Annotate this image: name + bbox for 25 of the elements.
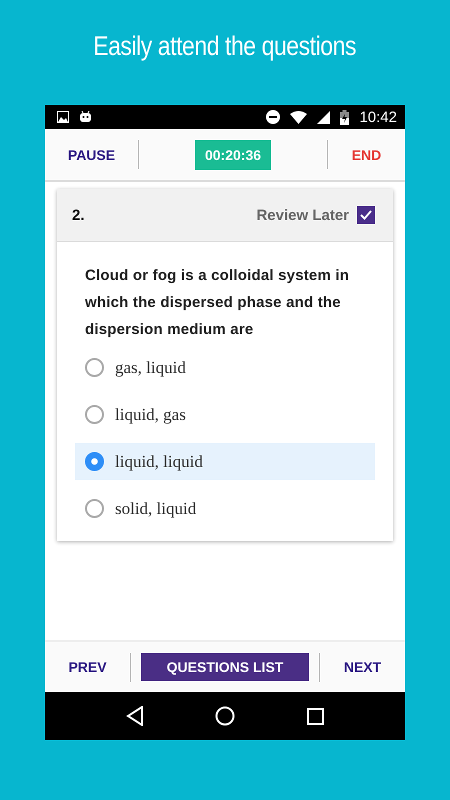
home-icon[interactable]: [215, 706, 236, 726]
review-later-checkbox[interactable]: [357, 206, 375, 224]
questions-list-button[interactable]: QUESTIONS LIST: [141, 653, 309, 681]
answer-option[interactable]: gas, liquid: [75, 349, 375, 386]
signal-icon: [317, 110, 330, 124]
do-not-disturb-icon: [266, 110, 280, 124]
answer-option[interactable]: solid, liquid: [75, 490, 375, 527]
answer-option[interactable]: liquid, liquid: [75, 443, 375, 480]
next-button[interactable]: NEXT: [320, 651, 405, 683]
pause-button[interactable]: PAUSE: [45, 138, 138, 170]
wifi-icon: [290, 110, 308, 124]
question-number: 2.: [72, 206, 85, 224]
headline: Easily attend the questions: [94, 31, 356, 62]
question-text: Cloud or fog is a colloidal system in which the dispersed phase and the dispersion medium are: [85, 266, 350, 340]
back-icon[interactable]: [126, 706, 144, 726]
robot-icon: [79, 111, 92, 123]
answer-option[interactable]: liquid, gas: [75, 396, 375, 433]
prev-button[interactable]: PREV: [45, 651, 130, 683]
end-button[interactable]: END: [328, 138, 405, 170]
image-icon: [57, 111, 69, 123]
review-later-label: Review Later: [256, 206, 349, 224]
recents-icon[interactable]: [307, 708, 324, 724]
battery-icon: [340, 110, 350, 124]
status-time: 10:42: [359, 108, 397, 126]
timer: 00:20:36: [194, 140, 272, 170]
